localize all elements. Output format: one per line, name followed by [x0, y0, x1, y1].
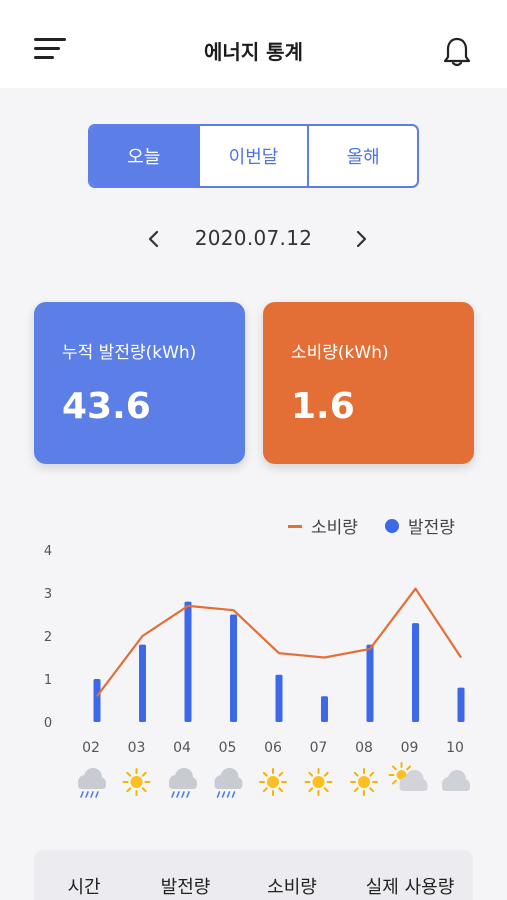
period-tabs: 오늘 이번달 올해 [88, 124, 419, 188]
current-date: 2020.07.12 [194, 226, 313, 250]
consumption-value: 1.6 [291, 386, 355, 427]
generation-bar [184, 601, 192, 722]
rain-weather-icon [78, 768, 106, 798]
partly-cloudy-weather-icon [388, 762, 428, 791]
sun-weather-icon [350, 768, 378, 796]
y-tick-label: 2 [44, 630, 52, 645]
table-header-actual-usage: 실제 사용량 [365, 877, 455, 898]
bell-icon[interactable] [442, 36, 472, 68]
sun-weather-icon [122, 768, 151, 796]
y-tick-label: 1 [44, 673, 52, 688]
consumption-card: 소비량(kWh) 1.6 [263, 302, 474, 464]
table-header-generation: 발전량 [160, 877, 211, 898]
rain-weather-icon [169, 768, 197, 798]
date-navigator: 2020.07.12 [0, 222, 507, 256]
y-tick-label: 4 [44, 544, 52, 559]
hourly-table-header: 시간 발전량 소비량 실제 사용량 [34, 850, 473, 900]
generation-bar [139, 644, 146, 722]
x-tick-label: 10 [446, 740, 464, 756]
tab-this-year[interactable]: 올해 [307, 126, 417, 186]
generation-bar [275, 674, 283, 722]
generation-bar [321, 696, 328, 722]
x-tick-label: 02 [82, 740, 100, 756]
generation-bar [366, 644, 374, 722]
rain-weather-icon [214, 768, 243, 798]
cloud-weather-icon [442, 770, 470, 791]
tab-today[interactable]: 오늘 [90, 126, 198, 186]
x-tick-label: 06 [264, 740, 282, 756]
y-tick-label: 0 [44, 716, 52, 731]
chevron-right-icon[interactable] [348, 226, 374, 252]
x-tick-label: 05 [219, 740, 237, 756]
generation-card: 누적 발전량(kWh) 43.6 [34, 302, 245, 464]
generation-label: 누적 발전량(kWh) [62, 343, 197, 363]
x-tick-label: 09 [401, 740, 419, 756]
consumption-label: 소비량(kWh) [291, 343, 389, 363]
x-tick-label: 07 [310, 740, 328, 756]
sun-weather-icon [259, 768, 287, 796]
generation-bar [93, 679, 101, 722]
app-header: 에너지 통계 [0, 0, 507, 88]
table-header-consumption: 소비량 [267, 877, 317, 898]
tab-this-month[interactable]: 이번달 [197, 126, 308, 186]
x-tick-label: 03 [128, 740, 146, 756]
generation-bar [230, 614, 237, 722]
table-header-time: 시간 [67, 877, 101, 898]
sun-weather-icon [304, 768, 333, 796]
x-tick-label: 04 [173, 740, 191, 756]
x-tick-label: 08 [355, 740, 373, 756]
line-legend-icon [288, 524, 302, 528]
generation-bar [457, 687, 465, 722]
y-tick-label: 3 [44, 587, 52, 602]
generation-bar [412, 623, 419, 722]
page-title: 에너지 통계 [204, 40, 303, 64]
generation-value: 43.6 [62, 386, 151, 427]
energy-chart: 0 1 2 3 4 02 03 04 05 06 07 08 09 10 [44, 544, 470, 798]
